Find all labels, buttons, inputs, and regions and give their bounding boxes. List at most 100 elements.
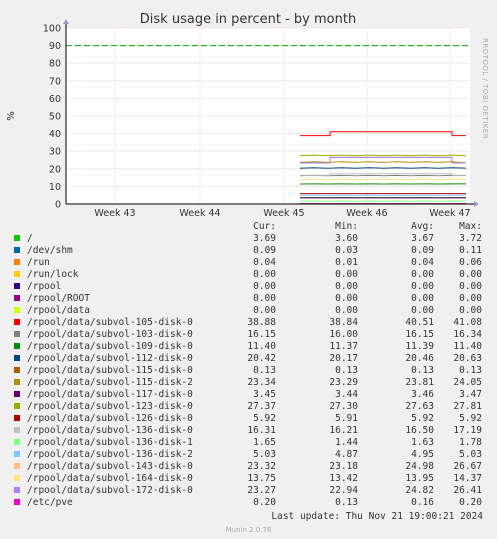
legend-swatch bbox=[14, 403, 20, 409]
legend-value-min: 0.00 bbox=[335, 305, 358, 316]
legend-value-max: 26.41 bbox=[453, 485, 482, 496]
legend-value-cur: 11.40 bbox=[247, 341, 276, 352]
legend-header: Cur: Min: Avg: Max: bbox=[0, 221, 497, 233]
legend-value-cur: 20.42 bbox=[247, 353, 276, 364]
legend-value-max: 3.47 bbox=[459, 389, 482, 400]
legend-value-min: 22.94 bbox=[329, 485, 358, 496]
legend-value-min: 13.42 bbox=[329, 473, 358, 484]
legend-value-max: 0.11 bbox=[459, 245, 482, 256]
legend-value-max: 0.13 bbox=[459, 365, 482, 376]
legend-value-cur: 0.04 bbox=[253, 257, 276, 268]
legend-value-min: 27.30 bbox=[329, 401, 358, 412]
legend-value-min: 5.91 bbox=[335, 413, 358, 424]
legend-series-name: /rpool/data/subvol-117-disk-0 bbox=[27, 389, 193, 400]
legend-series-name: /rpool/data/subvol-115-disk-0 bbox=[27, 365, 193, 376]
legend-value-max: 0.00 bbox=[459, 293, 482, 304]
legend-row: /rpool/data/subvol-143-disk-0 23.32 23.18 2… bbox=[0, 461, 497, 473]
legend-value-max: 26.67 bbox=[453, 461, 482, 472]
legend-swatch bbox=[14, 331, 20, 337]
x-axis-arrow-icon bbox=[474, 201, 479, 207]
legend-value-min: 23.18 bbox=[329, 461, 358, 472]
legend-value-min: 0.03 bbox=[335, 245, 358, 256]
col-max-header: Max: bbox=[459, 221, 482, 232]
y-tick-label: 30 bbox=[49, 147, 61, 158]
munin-version: Munin 2.0.76 bbox=[225, 526, 272, 534]
legend-row: /rpool/data/subvol-136-disk-0 16.31 16.21 1… bbox=[0, 425, 497, 437]
y-tick-label: 60 bbox=[49, 94, 61, 105]
legend-swatch bbox=[14, 319, 20, 325]
legend-series-name: /run bbox=[27, 257, 50, 268]
legend-series-name: /rpool/data/subvol-103-disk-0 bbox=[27, 329, 193, 340]
legend-row: /rpool/data/subvol-105-disk-0 38.88 38.84 4… bbox=[0, 317, 497, 329]
legend-swatch bbox=[14, 379, 20, 385]
legend-value-min: 3.60 bbox=[335, 233, 358, 244]
legend-swatch bbox=[14, 307, 20, 313]
legend-value-cur: 38.88 bbox=[247, 317, 276, 328]
rrdtool-credit: RRDTOOL / TOBI OETIKER bbox=[481, 38, 489, 140]
legend-row: /rpool/data/subvol-117-disk-0 3.45 3.44 3.4… bbox=[0, 389, 497, 401]
legend-row: /rpool 0.00 0.00 0.00 0.00 bbox=[0, 281, 497, 293]
legend-row: /run 0.04 0.01 0.04 0.06 bbox=[0, 257, 497, 269]
legend-row: /dev/shm 0.09 0.03 0.09 0.11 bbox=[0, 245, 497, 257]
legend-value-cur: 0.00 bbox=[253, 281, 276, 292]
last-update: Last update: Thu Nov 21 19:00:21 2024 bbox=[271, 511, 483, 522]
legend-swatch bbox=[14, 487, 20, 493]
legend-swatch bbox=[14, 427, 20, 433]
legend-series-name: /run/lock bbox=[27, 269, 79, 280]
x-tick-label: Week 47 bbox=[429, 208, 470, 219]
legend-row: /rpool/data/subvol-112-disk-0 20.42 20.17 2… bbox=[0, 353, 497, 365]
legend-series-name: /rpool/data/subvol-126-disk-0 bbox=[27, 413, 193, 424]
legend-value-min: 0.00 bbox=[335, 269, 358, 280]
legend-series-name: / bbox=[27, 233, 33, 244]
legend-swatch bbox=[14, 235, 20, 241]
legend-row: /rpool/data/subvol-115-disk-2 23.34 23.29 2… bbox=[0, 377, 497, 389]
legend-value-cur: 16.15 bbox=[247, 329, 276, 340]
legend-value-cur: 27.37 bbox=[247, 401, 276, 412]
legend-value-min: 20.17 bbox=[329, 353, 358, 364]
legend-value-max: 0.00 bbox=[459, 269, 482, 280]
legend-series-name: /rpool/data/subvol-136-disk-1 bbox=[27, 437, 193, 448]
legend-row: /etc/pve 0.20 0.13 0.16 0.20 bbox=[0, 497, 497, 509]
legend-swatch bbox=[14, 271, 20, 277]
legend-row: /run/lock 0.00 0.00 0.00 0.00 bbox=[0, 269, 497, 281]
legend-value-min: 0.00 bbox=[335, 293, 358, 304]
y-tick-label: 10 bbox=[49, 182, 61, 193]
legend-swatch bbox=[14, 295, 20, 301]
legend-swatch bbox=[14, 463, 20, 469]
legend-row: /rpool/data 0.00 0.00 0.00 0.00 bbox=[0, 305, 497, 317]
legend-value-min: 11.37 bbox=[329, 341, 358, 352]
legend-swatch bbox=[14, 499, 20, 505]
legend-value-min: 38.84 bbox=[329, 317, 358, 328]
legend-value-cur: 0.00 bbox=[253, 269, 276, 280]
legend-series-name: /rpool/ROOT bbox=[27, 293, 90, 304]
legend-swatch bbox=[14, 439, 20, 445]
legend-series-name: /rpool/data/subvol-105-disk-0 bbox=[27, 317, 193, 328]
legend-value-min: 0.00 bbox=[335, 281, 358, 292]
legend-value-max: 0.00 bbox=[459, 281, 482, 292]
legend-series-name: /etc/pve bbox=[27, 497, 73, 508]
legend-row: /rpool/data/subvol-109-disk-0 11.40 11.37 1… bbox=[0, 341, 497, 353]
legend-series-name: /rpool/data/subvol-136-disk-0 bbox=[27, 425, 193, 436]
legend-value-max: 1.78 bbox=[459, 437, 482, 448]
legend-value-cur: 0.20 bbox=[253, 497, 276, 508]
legend-series-name: /rpool/data/subvol-112-disk-0 bbox=[27, 353, 193, 364]
y-axis-arrow-icon bbox=[63, 19, 69, 24]
legend-value-min: 23.29 bbox=[329, 377, 358, 388]
legend-value-max: 11.40 bbox=[453, 341, 482, 352]
legend-row: /rpool/data/subvol-123-disk-0 27.37 27.30 2… bbox=[0, 401, 497, 413]
legend-value-max: 27.81 bbox=[453, 401, 482, 412]
legend-series-name: /rpool/data/subvol-136-disk-2 bbox=[27, 449, 193, 460]
legend-value-min: 3.44 bbox=[335, 389, 358, 400]
legend-value-max: 14.37 bbox=[453, 473, 482, 484]
legend-value-min: 0.13 bbox=[335, 365, 358, 376]
y-tick-label: 80 bbox=[49, 59, 61, 70]
legend-row: /rpool/data/subvol-136-disk-1 1.65 1.44 1.6… bbox=[0, 437, 497, 449]
legend-value-min: 16.00 bbox=[329, 329, 358, 340]
legend-value-min: 0.13 bbox=[335, 497, 358, 508]
legend-value-cur: 23.34 bbox=[247, 377, 276, 388]
legend-value-cur: 1.65 bbox=[253, 437, 276, 448]
legend-swatch bbox=[14, 367, 20, 373]
legend-value-max: 0.00 bbox=[459, 305, 482, 316]
legend-row: /3.69 3.60 3.67 3.72 bbox=[0, 233, 497, 245]
y-tick-label: 90 bbox=[49, 41, 61, 52]
